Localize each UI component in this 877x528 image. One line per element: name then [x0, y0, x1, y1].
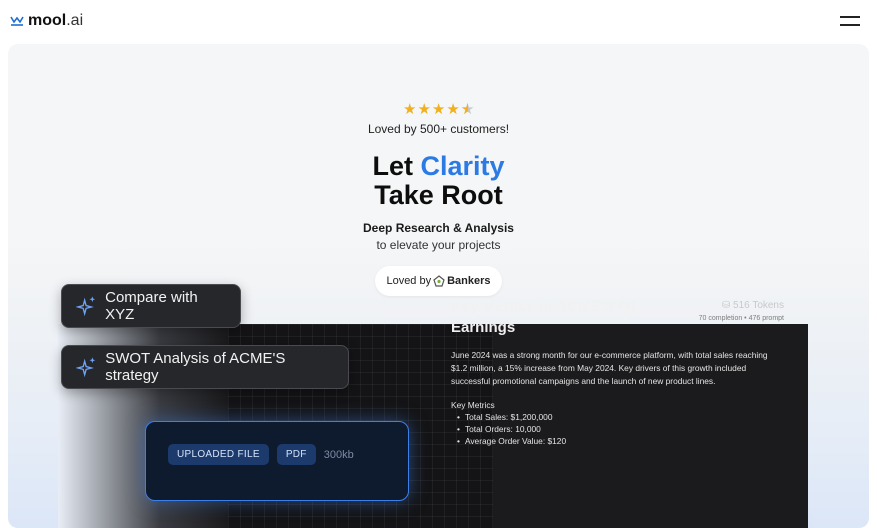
headline-line2: Take Root — [374, 180, 503, 210]
uploaded-file-tag: UPLOADED FILE — [168, 444, 269, 465]
compare-chip-label: Compare with XYZ — [105, 289, 198, 323]
logo-text-bold: mool — [28, 12, 67, 29]
star-icon: ★ — [403, 101, 417, 118]
token-detail: 70 completion • 476 prompt — [698, 315, 784, 322]
hero-subtitle: to elevate your projects — [376, 238, 501, 252]
rating-stars: ★ ★ ★ ★ ★ — [403, 100, 474, 118]
rating-text: Loved by 500+ customers! — [367, 122, 510, 136]
brand-logo[interactable]: mool.ai — [10, 12, 83, 30]
hero-headline: Let Clarity Take Root — [8, 152, 869, 210]
hero-subtitle-bold: Deep Research & Analysis — [363, 221, 514, 235]
report-output: Key Metrics in ACME'S Q1 Earnings ⛁ 516 … — [451, 296, 784, 447]
report-body: June 2024 was a strong month for our e-c… — [451, 350, 768, 386]
logo-text-light: .ai — [66, 12, 84, 29]
metrics-list: Total Sales: $1,200,000 Total Orders: 10… — [451, 411, 784, 447]
mool-logo-icon — [10, 16, 24, 26]
headline-accent: Clarity — [420, 151, 505, 181]
file-size: 300kb — [323, 448, 354, 461]
pill-bankers: Bankers — [447, 275, 491, 287]
token-icon: ⛁ — [721, 300, 731, 311]
metrics-title: Key Metrics — [451, 400, 495, 410]
sparkle-icon — [76, 357, 96, 378]
report-title: Key Metrics in ACME'S Q1 Earnings — [451, 298, 639, 336]
file-type-tag: PDF — [276, 444, 316, 465]
top-navbar: mool.ai — [0, 0, 877, 44]
swot-chip[interactable]: SWOT Analysis of ACME'S strategy — [61, 345, 349, 389]
headline-part1: Let — [372, 151, 421, 181]
list-item: Total Orders: 10,000 — [451, 423, 784, 435]
star-icon: ★ — [446, 101, 460, 118]
hamburger-menu-icon[interactable] — [838, 14, 862, 28]
star-icon: ★ — [417, 101, 431, 118]
list-item: Average Order Value: $120 — [451, 435, 784, 447]
half-star-icon: ★ — [461, 100, 474, 118]
compare-chip[interactable]: Compare with XYZ — [61, 284, 241, 328]
uploaded-file-card[interactable]: UPLOADED FILE PDF 300kb — [145, 421, 409, 501]
pill-prefix: Loved by — [386, 275, 432, 287]
swot-chip-label: SWOT Analysis of ACME'S strategy — [105, 350, 286, 384]
token-count: 516 Tokens — [733, 300, 784, 311]
token-usage: ⛁ 516 Tokens 70 completion • 476 prompt — [699, 300, 784, 322]
sparkle-icon — [76, 296, 96, 317]
loved-by-badge: Loved by Bankers — [375, 266, 502, 296]
star-icon: ★ — [431, 101, 446, 118]
bankers-logo-icon — [433, 275, 445, 287]
list-item: Total Sales: $1,200,000 — [451, 411, 784, 423]
